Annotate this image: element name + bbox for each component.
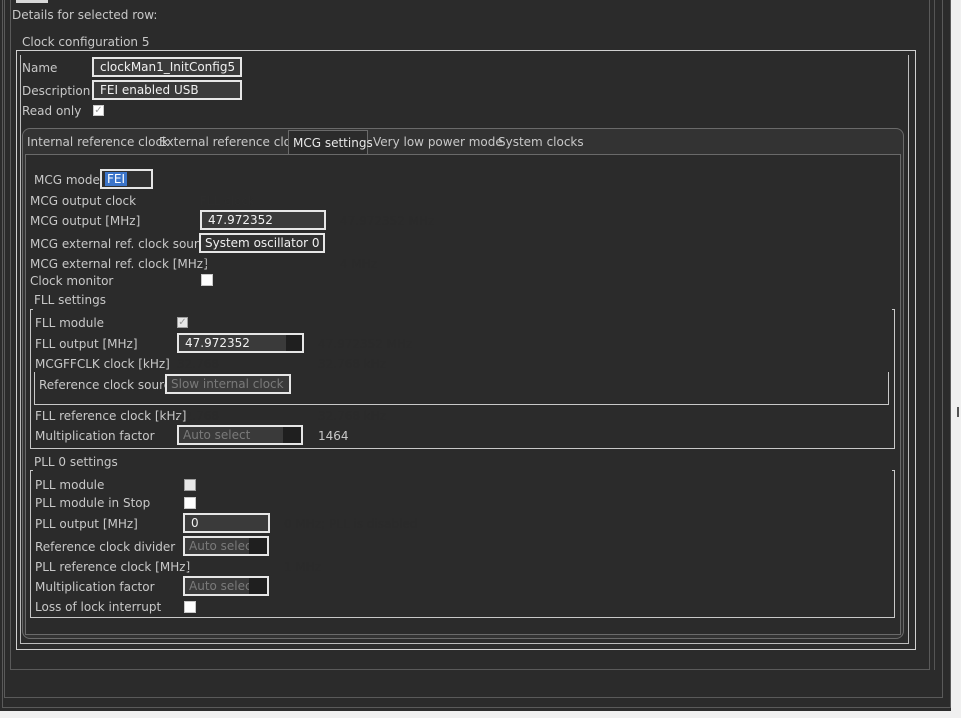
mcgffclk-value: 32.768 [177, 357, 219, 371]
clock-monitor-checkbox[interactable] [201, 274, 213, 286]
clock-monitor-label: Clock monitor [30, 274, 114, 288]
fll-mult-text: 1464 [318, 429, 349, 443]
pll-mult-select[interactable]: Auto select [183, 576, 269, 596]
pll-module-checkbox[interactable] [184, 479, 196, 491]
fll-mult-dark [283, 427, 301, 443]
fll-module-label: FLL module [35, 316, 105, 330]
pll-divider-value: Auto select [189, 539, 257, 553]
read-only-label: Read only [22, 104, 82, 118]
mcg-mode-select[interactable]: FEI [100, 169, 153, 189]
description-label: Description [22, 84, 91, 98]
mcgffclk-text: 32.768 kHz [318, 357, 387, 371]
tab-internal-reference-clock[interactable]: Internal reference clock [23, 130, 173, 154]
pll-top-line [30, 470, 33, 471]
mcg-output-mhz-label: MCG output [MHz] [30, 214, 141, 228]
pll-ref-clock-text: 1 MHz [284, 560, 322, 574]
tab-very-low-power-mode[interactable]: Very low power mode [369, 130, 507, 154]
vertical-divider [934, 0, 935, 670]
fll-module-checkbox[interactable]: ✓ [177, 317, 188, 328]
mcg-output-clock-label: MCG output clock [30, 194, 137, 208]
fll-ref-clock-text: 32.768 kHz [318, 409, 387, 423]
ref-src-select[interactable]: Slow internal clock [165, 374, 291, 394]
loss-of-lock-checkbox[interactable] [184, 601, 196, 613]
mcg-ext-clock-value: 4 [200, 257, 208, 271]
mcg-output-clock-value: FLL clock [200, 194, 255, 208]
right-edge-mark [957, 407, 959, 417]
mcg-mode-value: FEI [105, 172, 128, 186]
pll-module-label: PLL module [35, 478, 105, 492]
description-field[interactable]: FEI enabled USB [92, 80, 242, 100]
config-group-title: Clock configuration 5 [22, 35, 154, 49]
name-field[interactable]: clockMan1_InitConfig5 [92, 57, 242, 77]
ref-src-label: Reference clock source [39, 378, 178, 392]
pll-divider-select[interactable]: Auto select [183, 536, 269, 556]
pll-settings-title: PLL 0 settings [34, 455, 118, 469]
mcg-ext-src-select[interactable]: System oscillator 0 [199, 233, 325, 253]
fll-output-text: 47.972352 MHz [318, 337, 413, 351]
pll-top-line-right [892, 470, 895, 471]
pll-output-text: 0 MHz; PLL is disabled [284, 517, 418, 531]
fll-mult-label: Multiplication factor [35, 429, 155, 443]
loss-of-lock-label: Loss of lock interrupt [35, 600, 162, 614]
pll-mult-dark [249, 578, 267, 594]
pll-stop-label: PLL module in Stop [35, 496, 151, 510]
pll-stop-checkbox[interactable] [184, 497, 196, 509]
mcg-output-mhz-text: 47.972352 MHz [340, 214, 435, 228]
tab-external-reference-clock[interactable]: External reference clock [155, 130, 309, 154]
fll-ref-clock-value: 32.768 [177, 409, 219, 423]
pll-output-field[interactable]: 0 [183, 513, 270, 533]
fll-output-value: 47.972352 [185, 336, 250, 350]
mcg-ext-clock-text: 4 MHz [340, 257, 378, 271]
top-tab-stub[interactable] [16, 0, 48, 3]
pll-output-label: PLL output [MHz] [35, 517, 138, 531]
read-only-checkbox[interactable]: ✓ [93, 105, 104, 116]
pll-ref-clock-value: 1 [183, 560, 191, 574]
mcgffclk-label: MCGFFCLK clock [kHz] [35, 357, 170, 371]
pll-mult-value: Auto select [189, 579, 257, 593]
fll-top-line-right [892, 309, 895, 310]
fll-settings-title: FLL settings [34, 293, 106, 307]
name-label: Name [22, 61, 58, 75]
fll-ref-clock-label: FLL reference clock [kHz] [35, 409, 187, 423]
fll-output-dark [286, 335, 302, 351]
fll-output-label: FLL output [MHz] [35, 337, 138, 351]
pll-mult-label: Multiplication factor [35, 580, 155, 594]
mcg-mode-label: MCG mode [34, 173, 100, 187]
fll-output-field[interactable]: 47.972352 [177, 333, 304, 353]
mcg-output-mhz-field[interactable]: 47.972352 [200, 210, 326, 230]
fll-mult-value: Auto select [183, 428, 251, 442]
pll-divider-dark [249, 538, 267, 554]
fll-mult-select[interactable]: Auto select [177, 425, 303, 445]
pll-ref-clock-label: PLL reference clock [MHz] [35, 560, 191, 574]
mcg-ext-src-label: MCG external ref. clock source [30, 237, 213, 251]
pll-divider-label: Reference clock divider [35, 540, 176, 554]
bottom-edge-bar [0, 711, 961, 718]
right-edge-bar [951, 0, 961, 718]
details-title: Details for selected row: [12, 8, 158, 22]
tab-system-clocks[interactable]: System clocks [494, 130, 588, 154]
mcg-ext-clock-label: MCG external ref. clock [MHz] [30, 257, 208, 271]
fll-top-line [30, 309, 33, 310]
tab-mcg-settings[interactable]: MCG settings [288, 130, 373, 154]
